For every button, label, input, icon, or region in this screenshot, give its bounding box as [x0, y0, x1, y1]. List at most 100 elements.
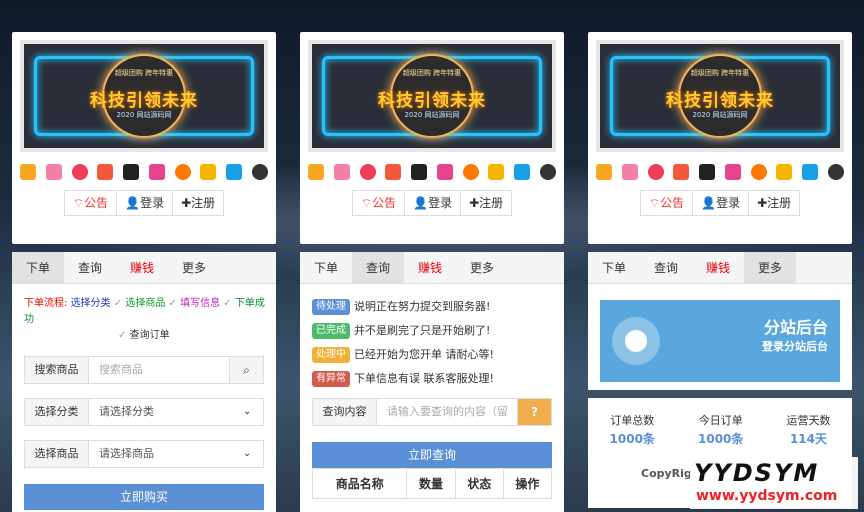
user-icon: 👤	[701, 196, 717, 210]
kuaishou-icon[interactable]	[802, 164, 819, 180]
announcement-button[interactable]: ⌔公告	[351, 190, 406, 216]
announcement-button[interactable]: ⌔公告	[639, 190, 694, 216]
banner-title: 科技引领未来	[90, 91, 198, 111]
register-button[interactable]: ✚注册	[173, 190, 225, 216]
douyin-icon[interactable]	[148, 164, 165, 180]
user-icon: 👤	[125, 196, 141, 210]
header-card: 超级团购 跨年特惠 科技引领未来 2020 网站源码网 ⌔公告 👤登录 ✚注册	[300, 32, 564, 244]
baby-icon[interactable]	[174, 164, 191, 180]
category-select[interactable]: 请选择分类	[89, 399, 243, 425]
status-badge: 有异常	[312, 371, 350, 387]
kuaishou-icon[interactable]	[514, 164, 531, 180]
douyin-icon[interactable]	[724, 164, 741, 180]
category-row: 选择分类 请选择分类 ⌄	[24, 398, 264, 426]
stats-row: 订单总数 1000条 今日订单 1000条 运营天数 114天	[588, 398, 852, 447]
status-item-done: 已完成 并不是刷完了只是开始刷了!	[312, 322, 552, 340]
redbook-icon[interactable]	[71, 164, 88, 180]
tab-order[interactable]: 下单	[300, 252, 352, 283]
tab-query[interactable]: 查询	[352, 252, 404, 283]
qq-icon[interactable]	[539, 164, 556, 180]
nav-button-group: ⌔公告 👤登录 ✚注册	[596, 190, 844, 216]
stat-total-orders: 订单总数 1000条	[609, 414, 655, 446]
search-icon[interactable]: ⌕	[229, 357, 263, 383]
redbook-icon[interactable]	[647, 164, 664, 180]
watermark: YYDSYM www.yydsym.com	[690, 457, 858, 509]
jd-icon[interactable]	[200, 164, 217, 180]
login-button[interactable]: 👤登录	[117, 190, 174, 216]
watermark-url: www.yydsym.com	[696, 488, 838, 504]
banner-image: 超级团购 跨年特惠 科技引领未来 2020 网站源码网	[308, 40, 556, 152]
kuaishou-icon[interactable]	[226, 164, 243, 180]
watermark-brand: YYDSYM	[694, 459, 820, 487]
register-button[interactable]: ✚注册	[749, 190, 801, 216]
status-item-pending: 待处理 说明正在努力提交到服务器!	[312, 298, 552, 316]
qq-icon[interactable]	[827, 164, 844, 180]
tab-query[interactable]: 查询	[640, 252, 692, 283]
ting-icon[interactable]	[385, 164, 402, 180]
app-icons-row	[20, 164, 268, 180]
tab-more[interactable]: 更多	[744, 252, 796, 283]
taobao-icon[interactable]	[20, 164, 36, 180]
register-button[interactable]: ✚注册	[461, 190, 513, 216]
substation-card[interactable]: 分站后台 登录分站后台	[600, 300, 840, 382]
jd-icon[interactable]	[488, 164, 505, 180]
tab-order[interactable]: 下单	[12, 252, 64, 283]
tab-query[interactable]: 查询	[64, 252, 116, 283]
status-badge: 待处理	[312, 299, 350, 315]
pinduoduo-icon[interactable]	[621, 164, 638, 180]
query-button[interactable]: 立即查询	[312, 442, 552, 468]
help-icon[interactable]: ?	[517, 399, 551, 425]
tab-earn[interactable]: 赚钱	[692, 252, 744, 283]
banner-tagline: 超级团购 跨年特惠	[114, 69, 174, 77]
substation-title: 分站后台	[763, 318, 828, 337]
baby-icon[interactable]	[462, 164, 479, 180]
baby-icon[interactable]	[750, 164, 767, 180]
youku-icon[interactable]	[123, 164, 140, 180]
tab-more[interactable]: 更多	[456, 252, 508, 283]
youku-icon[interactable]	[699, 164, 716, 180]
column-more: 超级团购 跨年特惠 科技引领未来 2020 网站源码网 ⌔公告 👤登录 ✚注册 …	[588, 32, 852, 508]
taobao-icon[interactable]	[308, 164, 324, 180]
status-item-error: 有异常 下单信息有误 联系客服处理!	[312, 370, 552, 388]
gear-icon	[612, 317, 660, 365]
plus-icon: ✚	[757, 196, 768, 210]
youku-icon[interactable]	[411, 164, 428, 180]
qq-icon[interactable]	[251, 164, 268, 180]
chevron-down-icon: ⌄	[243, 448, 252, 459]
pinduoduo-icon[interactable]	[45, 164, 62, 180]
ting-icon[interactable]	[97, 164, 114, 180]
tab-earn[interactable]: 赚钱	[116, 252, 168, 283]
wifi-icon: ⌔	[648, 196, 661, 210]
column-query: 超级团购 跨年特惠 科技引领未来 2020 网站源码网 ⌔公告 👤登录 ✚注册 …	[300, 32, 564, 512]
jd-icon[interactable]	[776, 164, 793, 180]
login-button[interactable]: 👤登录	[405, 190, 462, 216]
douyin-icon[interactable]	[436, 164, 453, 180]
product-label: 选择商品	[25, 441, 89, 467]
status-badge: 已完成	[312, 323, 350, 339]
query-label: 查询内容	[313, 399, 377, 425]
order-panel: 下单流程: 选择分类 ✓ 选择商品 ✓ 填写信息 ✓ 下单成功 ✓ 查询订单 搜…	[12, 284, 276, 512]
announcement-button[interactable]: ⌔公告	[63, 190, 118, 216]
pinduoduo-icon[interactable]	[333, 164, 350, 180]
tab-earn[interactable]: 赚钱	[404, 252, 456, 283]
search-input[interactable]: 搜索商品	[89, 357, 229, 383]
login-button[interactable]: 👤登录	[693, 190, 750, 216]
wifi-icon: ⌔	[72, 196, 85, 210]
tab-order[interactable]: 下单	[588, 252, 640, 283]
user-icon: 👤	[413, 196, 429, 210]
order-flow: 下单流程: 选择分类 ✓ 选择商品 ✓ 填写信息 ✓ 下单成功 ✓ 查询订单	[24, 298, 265, 341]
status-item-processing: 处理中 已经开始为您开单 请耐心等!	[312, 346, 552, 364]
nav-button-group: ⌔公告 👤登录 ✚注册	[20, 190, 268, 216]
search-row: 搜索商品 搜索商品 ⌕	[24, 356, 264, 384]
product-row: 选择商品 请选择商品 ⌄	[24, 440, 264, 468]
buy-button[interactable]: 立即购买	[24, 484, 264, 510]
product-select[interactable]: 请选择商品	[89, 441, 243, 467]
query-input[interactable]: 请输入要查询的内容（留	[377, 399, 517, 425]
taobao-icon[interactable]	[596, 164, 612, 180]
table-header: 状态	[454, 468, 504, 499]
tab-more[interactable]: 更多	[168, 252, 220, 283]
tab-bar: 下单 查询 赚钱 更多	[300, 252, 564, 284]
ting-icon[interactable]	[673, 164, 690, 180]
redbook-icon[interactable]	[359, 164, 376, 180]
stat-today-orders: 今日订单 1000条	[698, 414, 744, 446]
